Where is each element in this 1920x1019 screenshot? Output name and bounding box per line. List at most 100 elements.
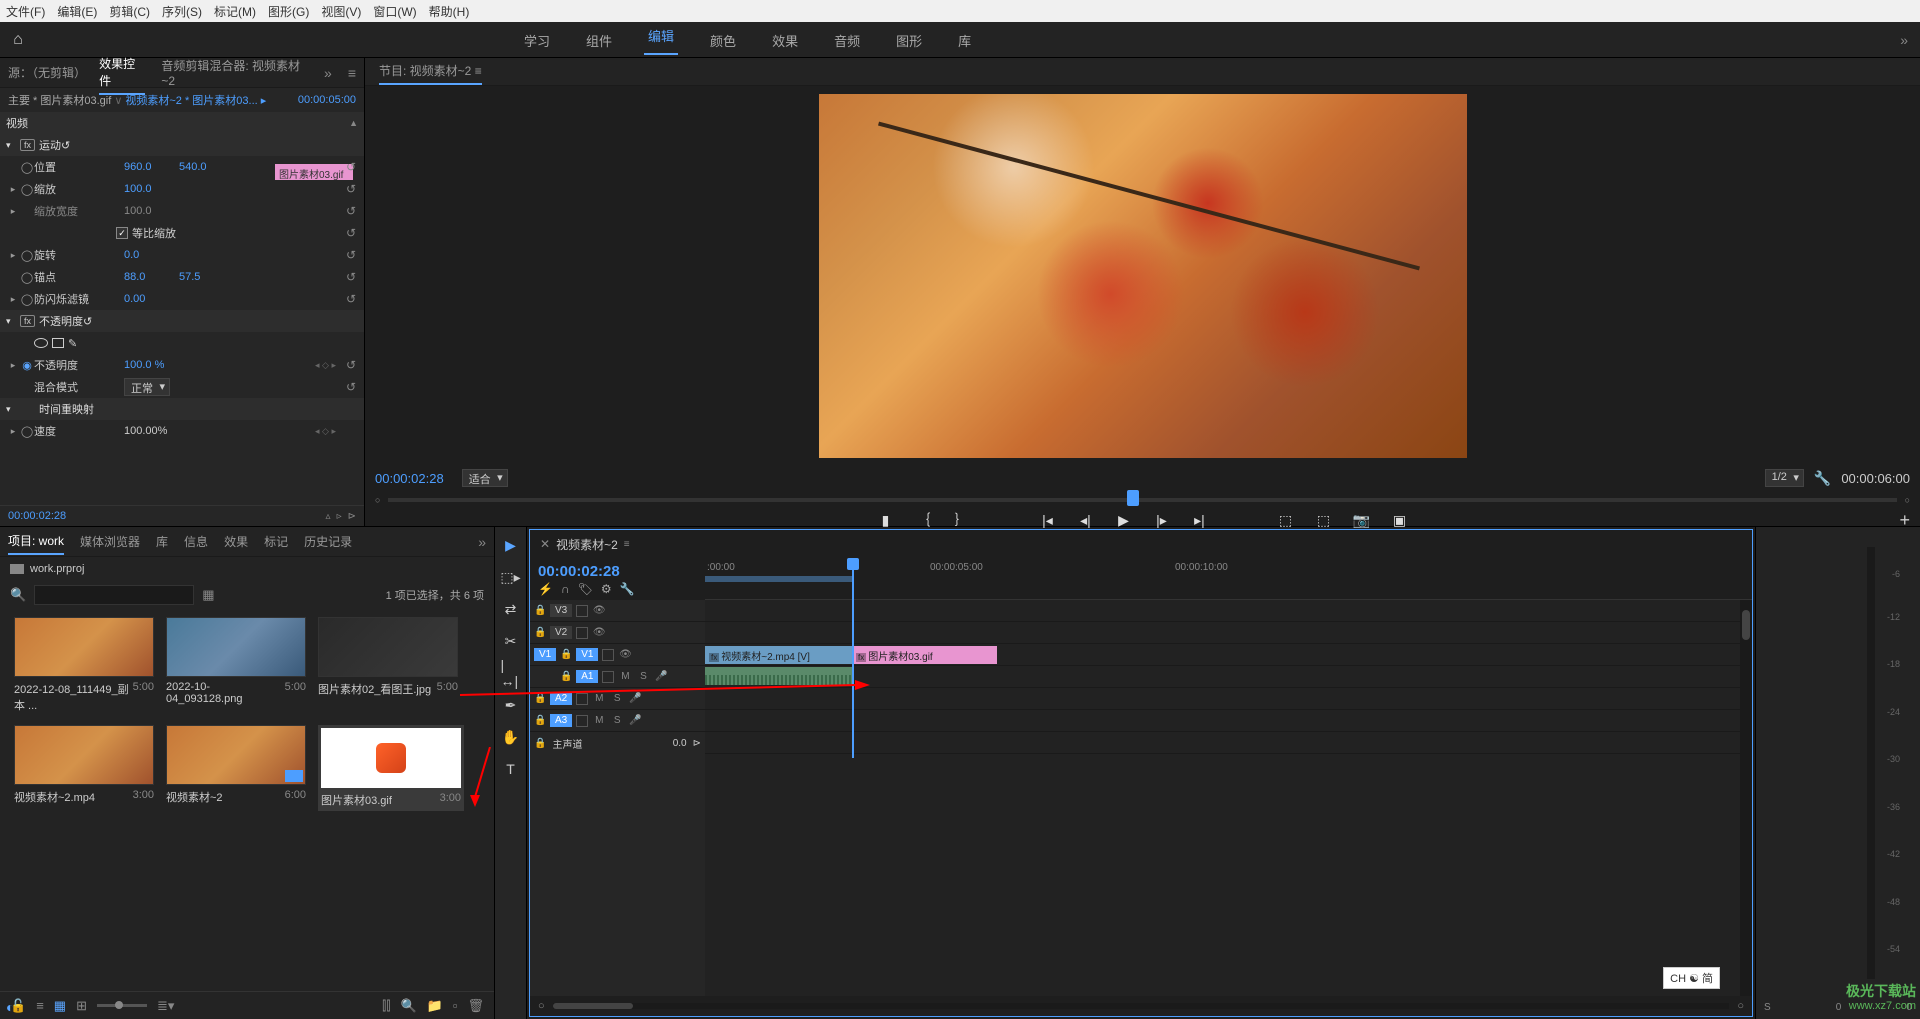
new-bin-icon[interactable]: 📁	[427, 998, 443, 1014]
mute-button[interactable]: M	[618, 671, 632, 682]
menu-edit[interactable]: 编辑(E)	[57, 3, 97, 20]
track-name[interactable]: V1	[576, 648, 598, 661]
fx-motion-section[interactable]: ▾ fx 运动 ↺	[0, 134, 364, 156]
tab-effects[interactable]: 效果	[224, 529, 248, 554]
tab-info[interactable]: 信息	[184, 529, 208, 554]
panel-menu-icon[interactable]: ≡	[624, 539, 630, 550]
panel-menu-icon[interactable]: ≡	[475, 60, 482, 82]
eye-icon[interactable]: 👁	[592, 627, 606, 638]
eye-icon[interactable]: 👁	[592, 605, 606, 616]
fx-sequence-link[interactable]: 视频素材~2 * 图片素材03...	[125, 92, 257, 108]
menu-sequence[interactable]: 序列(S)	[162, 3, 202, 20]
new-item-icon[interactable]: ▫	[453, 998, 458, 1013]
workspace-effects[interactable]: 效果	[768, 31, 802, 50]
workspace-color[interactable]: 颜色	[706, 31, 740, 50]
fx-rotation-value[interactable]: 0.0	[124, 249, 169, 261]
track-header-a1[interactable]: A1 🔒 A1 M S 🎤	[530, 666, 705, 688]
settings-icon[interactable]: 🔧	[1814, 470, 1831, 487]
tab-audio-mixer[interactable]: 音频剪辑混合器: 视频素材~2	[161, 53, 308, 92]
export-frame-button[interactable]: 📷	[1352, 512, 1372, 529]
timeline-clip-audio[interactable]	[705, 667, 852, 685]
track-header-a3[interactable]: 🔒 A3 M S 🎤	[530, 710, 705, 732]
sync-lock-icon[interactable]	[576, 605, 588, 617]
track-name[interactable]: V3	[550, 604, 572, 617]
zoom-handle-icon[interactable]: ○	[538, 1000, 545, 1012]
timeline-clip-video[interactable]: fx视频素材~2.mp4 [V]	[705, 646, 852, 664]
project-item[interactable]: 视频素材~26:00	[166, 725, 306, 811]
playhead[interactable]	[852, 558, 854, 758]
track-name[interactable]: V2	[550, 626, 572, 639]
menu-graphics[interactable]: 图形(G)	[268, 3, 309, 20]
marker-icon[interactable]: 🏷	[578, 582, 593, 596]
lift-button[interactable]: ⬚	[1276, 512, 1296, 529]
snap-icon[interactable]: ⚡	[538, 582, 553, 596]
lock-icon[interactable]: 🔒	[534, 627, 546, 638]
solo-button[interactable]: S	[636, 671, 650, 682]
fx-opacity-section[interactable]: ▾ fx 不透明度 ↺	[0, 310, 364, 332]
reset-icon[interactable]: ↺	[346, 358, 356, 372]
lock-icon[interactable]: 🔒	[534, 715, 546, 726]
lock-icon[interactable]: 🔒	[534, 738, 546, 749]
track-name[interactable]: A3	[550, 714, 572, 727]
rect-mask-icon[interactable]	[52, 338, 64, 348]
reset-icon[interactable]: ↺	[346, 204, 356, 218]
fx-anchor-y[interactable]: 57.5	[179, 271, 200, 283]
ripple-edit-tool[interactable]: ⇄	[501, 599, 521, 619]
source-patch[interactable]: V1	[534, 648, 556, 661]
reset-icon[interactable]: ↺	[346, 182, 356, 196]
track-v3[interactable]	[705, 600, 1752, 622]
automate-icon[interactable]: ⫿⫿	[382, 998, 390, 1014]
type-tool[interactable]: T	[501, 759, 521, 779]
ellipse-mask-icon[interactable]	[34, 338, 48, 348]
expand-icon[interactable]: ▸	[6, 206, 20, 217]
home-button[interactable]: ⌂	[0, 22, 36, 58]
settings-icon[interactable]: ⚙	[601, 582, 612, 596]
voiceover-icon[interactable]: 🎤	[628, 693, 642, 704]
track-master[interactable]	[705, 732, 1752, 754]
eye-icon[interactable]: 👁	[618, 649, 632, 660]
fx-opacity-value[interactable]: 100.0 %	[124, 359, 169, 371]
nav-right-icon[interactable]: ▹	[337, 511, 342, 522]
fx-scale-value[interactable]: 100.0	[124, 183, 169, 195]
workspace-learn[interactable]: 学习	[520, 31, 554, 50]
stopwatch-icon[interactable]: ◉	[20, 359, 34, 372]
sort-icon[interactable]: ≣▾	[157, 998, 174, 1014]
sync-lock-icon[interactable]	[576, 693, 588, 705]
find-icon[interactable]: 🔍	[401, 998, 417, 1014]
mute-button[interactable]: M	[592, 715, 606, 726]
fx-position-x[interactable]: 960.0	[124, 161, 169, 173]
workspace-libraries[interactable]: 库	[954, 31, 975, 50]
zoom-handle-icon[interactable]: ○	[1737, 1000, 1744, 1012]
timeline-sequence-name[interactable]: 视频素材~2	[556, 536, 618, 553]
mute-button[interactable]: M	[592, 693, 606, 704]
razor-tool[interactable]: ✂	[501, 631, 521, 651]
fx-antiflicker-value[interactable]: 0.00	[124, 293, 169, 305]
project-item[interactable]: 2022-10-04_093128.png5:00	[166, 617, 306, 713]
filter-icon[interactable]: ▦	[202, 587, 214, 603]
playhead-icon[interactable]	[1127, 490, 1139, 506]
lock-icon[interactable]: 🔒	[534, 605, 546, 616]
reset-icon[interactable]: ↺	[346, 160, 356, 174]
master-value[interactable]: 0.0	[673, 738, 687, 749]
workspace-assembly[interactable]: 组件	[582, 31, 616, 50]
horizontal-scrollbar[interactable]	[553, 1003, 1730, 1009]
workspace-editing[interactable]: 编辑	[644, 26, 678, 55]
reset-icon[interactable]: ↺	[346, 270, 356, 284]
track-header-v2[interactable]: 🔒 V2 👁	[530, 622, 705, 644]
fx-anchor-x[interactable]: 88.0	[124, 271, 169, 283]
voiceover-icon[interactable]: 🎤	[654, 671, 668, 682]
lock-icon[interactable]: 🔒	[560, 671, 572, 682]
slip-tool[interactable]: |↔|	[501, 663, 521, 683]
timeline-track-area[interactable]: fx视频素材~2.mp4 [V] fx图片素材03.gif	[705, 600, 1752, 996]
fx-remap-section[interactable]: ▾ fx 时间重映射	[0, 398, 364, 420]
reset-icon[interactable]: ↺	[83, 315, 92, 328]
mark-in-button[interactable]: ｛	[914, 510, 934, 530]
panel-overflow-icon[interactable]: »	[478, 530, 486, 554]
panel-menu-icon[interactable]: ≡	[348, 61, 356, 85]
keyframe-nav[interactable]: ◂ ◇ ▸	[315, 360, 336, 371]
track-header-v1[interactable]: V1 🔒 V1 👁	[530, 644, 705, 666]
program-timecode[interactable]: 00:00:02:28	[375, 471, 444, 486]
tab-source[interactable]: 源：（无剪辑）	[8, 60, 83, 85]
list-view-icon[interactable]: ≡	[36, 998, 44, 1013]
track-header-v3[interactable]: 🔒 V3 👁	[530, 600, 705, 622]
